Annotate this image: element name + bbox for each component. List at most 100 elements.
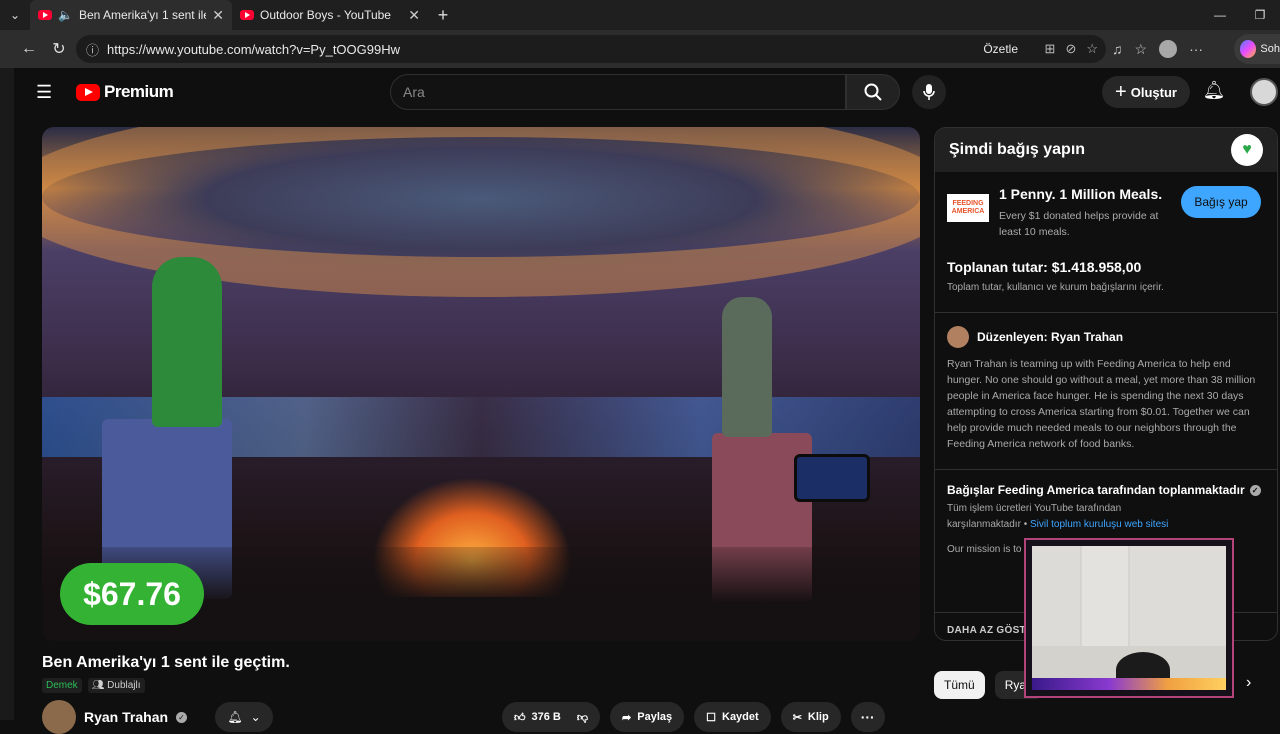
thumbs-up-icon: 👍︎ — [514, 711, 526, 724]
new-tab-button[interactable]: + — [428, 5, 458, 26]
guide-menu-icon[interactable]: ☰ — [36, 82, 56, 102]
campaign-description: Every $1 donated helps provide at least … — [999, 210, 1159, 238]
favorite-star-icon[interactable]: ☆ — [1086, 41, 1098, 57]
extensions-icon[interactable]: ♫ — [1112, 41, 1123, 57]
masthead: ☰ Premium Ara + Oluştur 🔔︎ — [14, 68, 1280, 118]
address-bar[interactable]: ⓘ https://www.youtube.com/watch?v=Py_tOO… — [76, 35, 1106, 63]
video-player[interactable]: $67.76 — [42, 127, 920, 641]
left-edge — [0, 68, 14, 720]
copilot-label: Soh — [1260, 43, 1280, 55]
browser-toolbar: ← ↻ ⓘ https://www.youtube.com/watch?v=Py… — [0, 30, 1280, 68]
amount-raised: Toplanan tutar: $1.418.958,00 — [947, 259, 1142, 275]
tab-actions-menu-icon[interactable]: ⌄ — [0, 0, 30, 30]
video-title: Ben Amerika'yı 1 sent ile geçtim. — [42, 654, 290, 671]
create-button[interactable]: + Oluştur — [1102, 76, 1190, 108]
like-button[interactable]: 👍︎ 376 B 👎︎ — [502, 702, 601, 732]
channel-name[interactable]: Ryan Trahan — [84, 709, 168, 725]
thumbs-down-icon[interactable]: 👎︎ — [577, 711, 588, 724]
channel-row: Ryan Trahan ✓ 🔔︎ ⌄ — [42, 700, 274, 734]
video-actions: 👍︎ 376 B 👎︎ ➦ Paylaş ☐ Kaydet ✂ Klip ··· — [502, 702, 885, 732]
campaign-title: 1 Penny. 1 Million Meals. — [999, 186, 1163, 202]
copilot-icon — [1240, 40, 1257, 58]
divider — [935, 469, 1277, 470]
donation-header: Şimdi bağış yapın ♥ — [935, 128, 1277, 172]
collector-subtext: Tüm işlem ücretleri YouTube tarafından k… — [947, 503, 1169, 530]
account-avatar[interactable] — [1250, 78, 1278, 106]
browser-tab-strip: ⌄ 🔈 Ben Amerika'yı 1 sent ile geçti ✕ Ou… — [0, 0, 1280, 30]
minimize-icon[interactable]: — — [1200, 0, 1240, 30]
bell-icon: 🔔︎ — [227, 710, 243, 724]
price-overlay: $67.76 — [60, 563, 204, 625]
feeding-america-logo: FEEDING AMERICA — [947, 194, 989, 222]
divider — [935, 312, 1277, 313]
split-screen-icon[interactable]: ⊞ — [1045, 41, 1056, 57]
donation-header-title: Şimdi bağış yapın — [949, 141, 1086, 158]
webcam-frame-bar — [1032, 678, 1226, 690]
donate-button[interactable]: Bağış yap — [1181, 186, 1261, 218]
settings-more-icon[interactable]: ··· — [1189, 41, 1203, 57]
search-input[interactable]: Ara — [390, 74, 846, 110]
close-tab-icon[interactable]: ✕ — [408, 7, 420, 24]
subscribed-bell-button[interactable]: 🔔︎ ⌄ — [215, 702, 274, 732]
share-button[interactable]: ➦ Paylaş — [610, 702, 685, 732]
search-icon — [864, 83, 882, 101]
youtube-logo[interactable]: Premium — [76, 82, 174, 102]
show-less-button[interactable]: DAHA AZ GÖSTE — [947, 625, 1033, 636]
video-frame-phone — [794, 454, 870, 502]
webcam-overlay — [1026, 540, 1232, 696]
maximize-icon[interactable]: ❐ — [1240, 0, 1280, 30]
tab-title: Ben Amerika'yı 1 sent ile geçti — [78, 8, 206, 22]
save-icon: ☐ — [706, 711, 716, 724]
channel-avatar[interactable] — [42, 700, 76, 734]
organizer-row: Düzenleyen: Ryan Trahan — [947, 326, 1123, 348]
more-actions-button[interactable]: ··· — [850, 702, 885, 732]
reload-icon[interactable]: ↻ — [44, 34, 74, 64]
badge-demo: Demek — [42, 678, 82, 693]
chevron-right-icon[interactable]: › — [1246, 674, 1251, 692]
logo-text: Premium — [104, 82, 174, 101]
youtube-favicon-icon — [38, 10, 52, 20]
chip-all[interactable]: Tümü — [934, 671, 985, 699]
site-info-icon[interactable]: ⓘ — [86, 40, 99, 59]
organizer-label: Düzenleyen: Ryan Trahan — [977, 330, 1124, 344]
favorites-icon[interactable]: ☆ — [1135, 41, 1148, 58]
dubbed-icon: 👥︎ — [91, 680, 105, 691]
save-label: Kaydet — [722, 711, 759, 723]
share-icon: ➦ — [622, 711, 632, 724]
address-bar-icons: ⊞ ⊘ ☆ — [1045, 41, 1098, 57]
summarize-button[interactable]: Özetle — [983, 42, 1018, 56]
amount-raised-note: Toplam tutar, kullanıcı ve kurum bağışla… — [947, 282, 1164, 293]
tracking-prevention-icon[interactable]: ⊘ — [1065, 41, 1076, 57]
profile-avatar[interactable] — [1159, 40, 1178, 58]
search-button[interactable] — [846, 74, 900, 110]
organizer-avatar — [947, 326, 969, 348]
create-label: Oluştur — [1130, 84, 1177, 100]
verified-check-icon: ✓ — [176, 711, 188, 723]
microphone-icon — [923, 84, 935, 100]
youtube-logo-icon — [76, 83, 100, 101]
back-arrow-icon[interactable]: ← — [14, 34, 44, 64]
webcam-wall — [1032, 546, 1226, 646]
save-button[interactable]: ☐ Kaydet — [694, 702, 771, 732]
notifications-bell-icon[interactable]: 🔔︎ — [1202, 80, 1226, 104]
youtube-favicon-icon — [240, 10, 254, 20]
organizer-description: Ryan Trahan is teaming up with Feeding A… — [947, 358, 1256, 450]
window-controls: — ❐ — [1200, 0, 1280, 30]
close-tab-icon[interactable]: ✕ — [212, 7, 224, 24]
clip-button[interactable]: ✂ Klip — [780, 702, 841, 732]
url-text[interactable]: https://www.youtube.com/watch?v=Py_tOOG9… — [107, 42, 400, 57]
browser-tab[interactable]: Outdoor Boys - YouTube ✕ — [232, 0, 428, 30]
video-frame-statue — [722, 297, 772, 437]
plus-icon: + — [1115, 80, 1127, 103]
toolbar-extras: ♫ ☆ ··· — [1112, 30, 1203, 68]
like-count: 376 B — [531, 711, 561, 723]
more-icon: ··· — [860, 709, 875, 725]
copilot-button[interactable]: Soh — [1234, 34, 1280, 64]
share-label: Paylaş — [637, 711, 673, 723]
voice-search-button[interactable] — [912, 75, 946, 109]
browser-tab-active[interactable]: 🔈 Ben Amerika'yı 1 sent ile geçti ✕ — [30, 0, 232, 30]
badge-dubbed: 👥︎ Dublajlı — [87, 678, 145, 693]
collector-title: Bağışlar Feeding America tarafından topl… — [947, 483, 1245, 497]
nonprofit-website-link[interactable]: Sivil toplum kuruluşu web sitesi — [1030, 519, 1168, 530]
speaker-icon[interactable]: 🔈 — [58, 8, 73, 22]
